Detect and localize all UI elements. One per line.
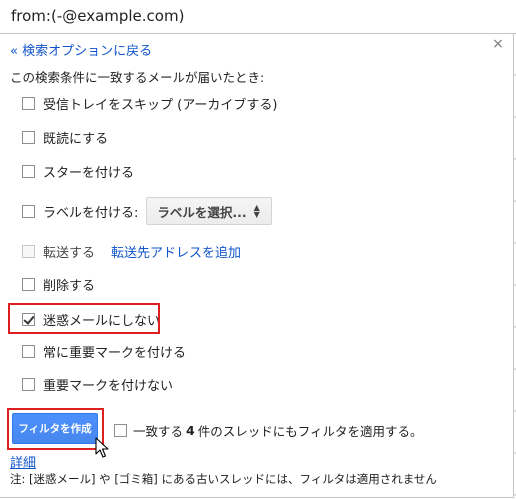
apply-existing-count: 4	[186, 422, 195, 438]
always-important-label[interactable]: 常に重要マークを付ける	[43, 342, 186, 361]
option-never-important[interactable]: 重要マークを付けない	[22, 374, 173, 394]
apply-label-label[interactable]: ラベルを付ける:	[43, 202, 138, 221]
details-link[interactable]: 詳細	[10, 452, 36, 471]
add-forwarding-address-link[interactable]: 転送先アドレスを追加	[111, 242, 241, 261]
forward-checkbox[interactable]	[22, 244, 35, 258]
never-important-checkbox[interactable]	[22, 377, 35, 391]
option-forward[interactable]: 転送する 転送先アドレスを追加	[22, 241, 241, 261]
apply-label-checkbox[interactable]	[22, 204, 35, 218]
never-important-label[interactable]: 重要マークを付けない	[43, 375, 173, 394]
always-important-checkbox[interactable]	[22, 344, 35, 358]
back-to-search-options-link[interactable]: « 検索オプションに戻る	[10, 40, 152, 59]
apply-to-existing-option[interactable]: 一致する 4 件のスレッドにもフィルタを適用する。	[114, 420, 422, 440]
apply-existing-post: 件のスレッドにもフィルタを適用する。	[197, 423, 423, 439]
apply-existing-checkbox[interactable]	[114, 423, 127, 437]
mark-read-label[interactable]: 既読にする	[43, 128, 108, 147]
search-query[interactable]: from:(-@example.com)	[11, 7, 184, 25]
highlight-never-spam	[8, 303, 160, 334]
star-checkbox[interactable]	[22, 164, 35, 178]
label-select-dropdown[interactable]: ラベルを選択... ▲ ▼	[146, 197, 272, 225]
option-always-important[interactable]: 常に重要マークを付ける	[22, 341, 186, 361]
forward-label: 転送する	[43, 245, 96, 261]
option-star[interactable]: スターを付ける	[22, 161, 134, 181]
close-icon[interactable]: ×	[491, 36, 505, 52]
mark-read-checkbox[interactable]	[22, 130, 35, 144]
star-label[interactable]: スターを付ける	[43, 162, 134, 181]
option-apply-label[interactable]: ラベルを付ける: ラベルを選択... ▲ ▼	[22, 197, 272, 225]
option-delete[interactable]: 削除する	[22, 274, 95, 294]
filter-note: 注: [迷惑メール] や [ゴミ箱] にある古いスレッドには、フィルタは適用され…	[10, 472, 437, 486]
skip-inbox-checkbox[interactable]	[22, 96, 35, 110]
search-bar[interactable]: from:(-@example.com)	[0, 0, 516, 34]
apply-existing-pre: 一致する	[133, 423, 184, 439]
mouse-cursor-icon	[95, 437, 109, 458]
skip-inbox-label[interactable]: 受信トレイをスキップ (アーカイブする)	[43, 94, 278, 113]
select-arrows-icon: ▲ ▼	[253, 203, 260, 219]
filter-intro-text: この検索条件に一致するメールが届いたとき:	[10, 70, 265, 85]
option-skip-inbox[interactable]: 受信トレイをスキップ (アーカイブする)	[22, 93, 278, 113]
label-select-value: ラベルを選択...	[157, 204, 247, 220]
delete-label[interactable]: 削除する	[43, 275, 95, 294]
create-filter-button[interactable]: フィルタを作成	[12, 413, 98, 444]
option-mark-read[interactable]: 既読にする	[22, 127, 108, 147]
delete-checkbox[interactable]	[22, 277, 35, 291]
